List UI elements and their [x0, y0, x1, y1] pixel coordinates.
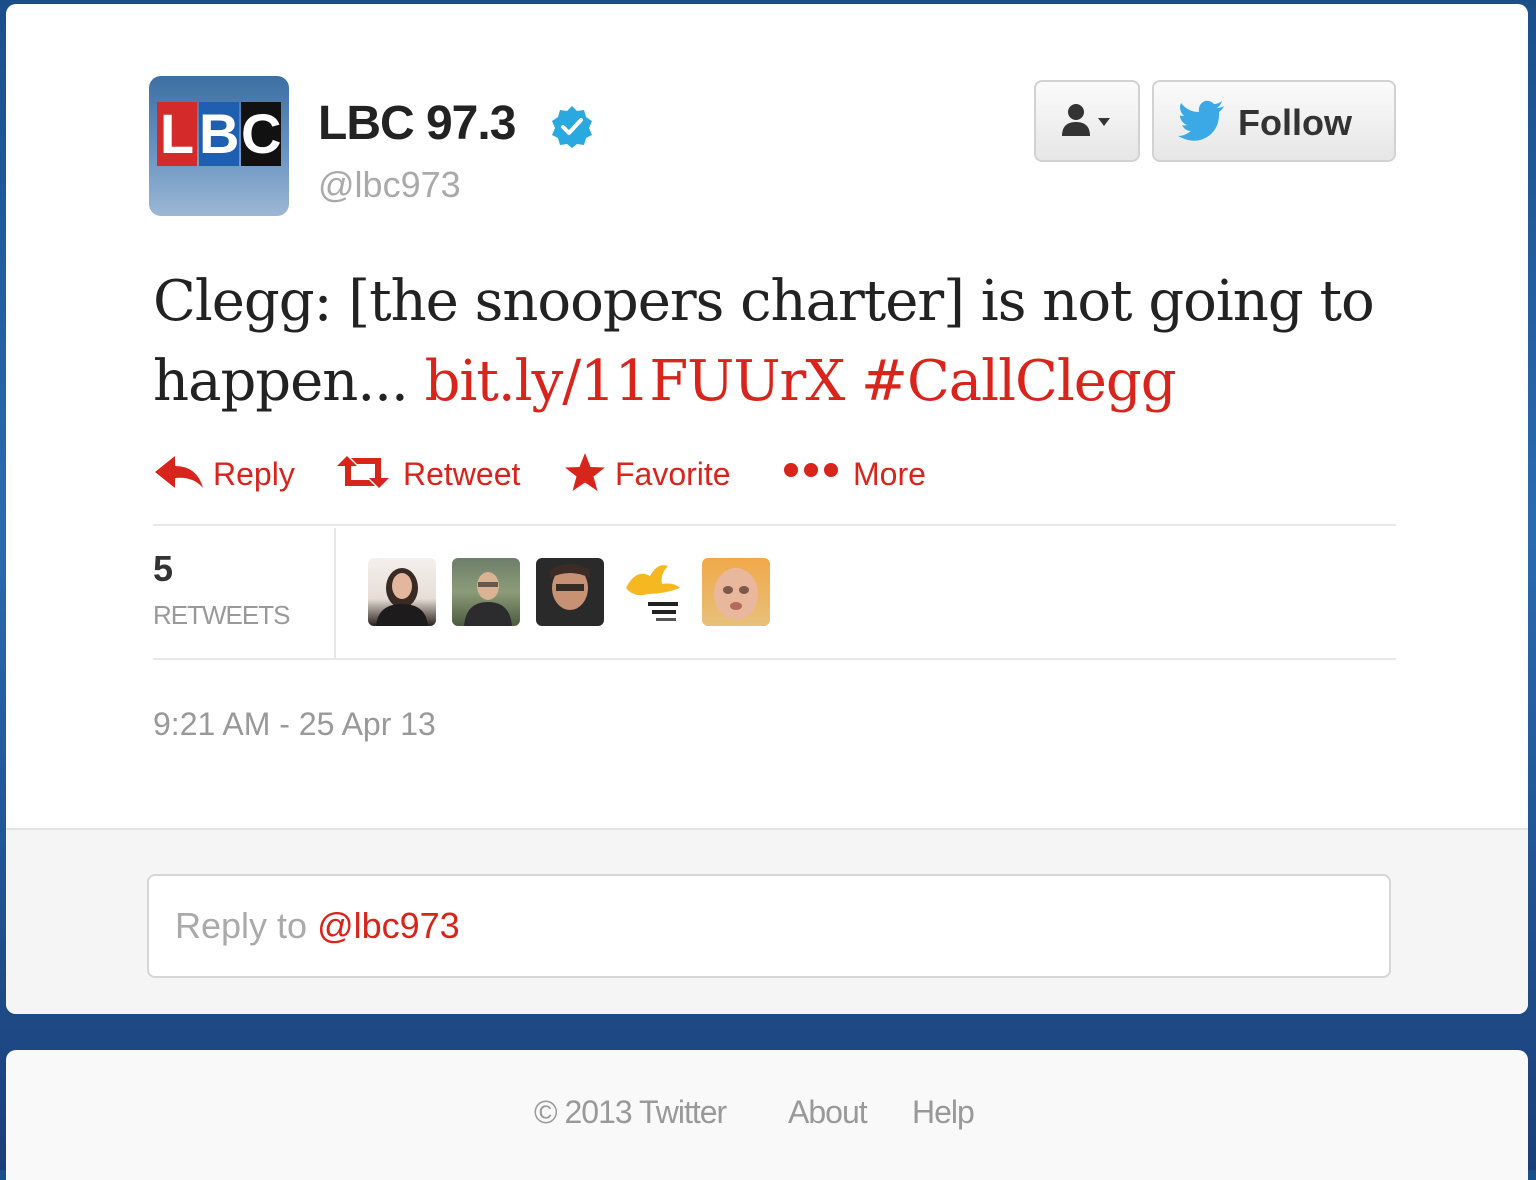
- person-photo-icon: [464, 572, 512, 626]
- stats-separator: [334, 528, 336, 658]
- more-dots-icon: [784, 463, 838, 477]
- page-footer: © 2013 Twitter About Help: [6, 1050, 1528, 1180]
- stats-bottom-divider: [153, 658, 1396, 660]
- avatar-letter-l: L: [157, 102, 197, 166]
- person-photo-icon: [550, 564, 590, 610]
- follow-button[interactable]: Follow: [1152, 80, 1396, 162]
- avatar-letter-c: C: [241, 102, 282, 166]
- person-dropdown-icon: [1062, 104, 1110, 136]
- retweeter-avatar[interactable]: [618, 558, 686, 626]
- verified-badge-icon: [552, 106, 592, 148]
- person-photo-icon: [376, 568, 428, 626]
- reply-arrow-icon: [155, 456, 203, 488]
- retweet-label: Retweet: [403, 456, 521, 492]
- tweet-timestamp[interactable]: 9:21 AM - 25 Apr 13: [153, 706, 436, 743]
- tweet-hashtag[interactable]: #CallClegg: [861, 349, 1177, 414]
- reply-action[interactable]: Reply: [153, 444, 303, 504]
- tweet-link[interactable]: bit.ly/11FUUrX: [425, 349, 846, 414]
- retweeter-avatar[interactable]: [452, 558, 520, 626]
- retweet-action[interactable]: Retweet: [333, 444, 533, 504]
- retweet-icon: [337, 456, 389, 488]
- reply-label: Reply: [213, 456, 295, 492]
- retweeter-avatar[interactable]: [702, 558, 770, 626]
- reply-area: Reply to @lbc973: [6, 828, 1528, 1014]
- avatar-letter-b: B: [199, 102, 240, 166]
- footer-about-link[interactable]: About: [788, 1094, 868, 1131]
- display-name[interactable]: LBC 97.3: [318, 96, 516, 151]
- person-photo-icon: [714, 568, 758, 620]
- favorite-action[interactable]: Favorite: [563, 444, 743, 504]
- profile-avatar[interactable]: L B C: [149, 76, 289, 216]
- reply-input[interactable]: Reply to @lbc973: [147, 874, 1391, 978]
- stats-top-divider: [153, 524, 1396, 526]
- twitter-bird-icon: [1178, 100, 1224, 141]
- retweeter-avatar[interactable]: [536, 558, 604, 626]
- more-action[interactable]: More: [781, 444, 941, 504]
- reply-placeholder: Reply to: [175, 905, 318, 946]
- bird-logo-icon: [626, 565, 680, 621]
- retweet-count[interactable]: 5: [153, 548, 173, 590]
- footer-help-link[interactable]: Help: [912, 1094, 975, 1131]
- tweet-card: L B C LBC 97.3 @lbc973 Follow Clegg: [th…: [6, 4, 1528, 1014]
- tweet-text: Clegg: [the snoopers charter] is not goi…: [153, 262, 1403, 422]
- footer-copyright: © 2013 Twitter: [534, 1094, 727, 1130]
- retweet-count-label: RETWEETS: [153, 600, 290, 630]
- retweeter-avatar[interactable]: [368, 558, 436, 626]
- star-icon: [565, 453, 605, 491]
- follow-label: Follow: [1238, 102, 1352, 143]
- more-label: More: [853, 456, 926, 492]
- reply-mention: @lbc973: [317, 905, 460, 946]
- profile-handle[interactable]: @lbc973: [318, 164, 461, 206]
- user-actions-button[interactable]: [1034, 80, 1140, 162]
- favorite-label: Favorite: [615, 456, 731, 492]
